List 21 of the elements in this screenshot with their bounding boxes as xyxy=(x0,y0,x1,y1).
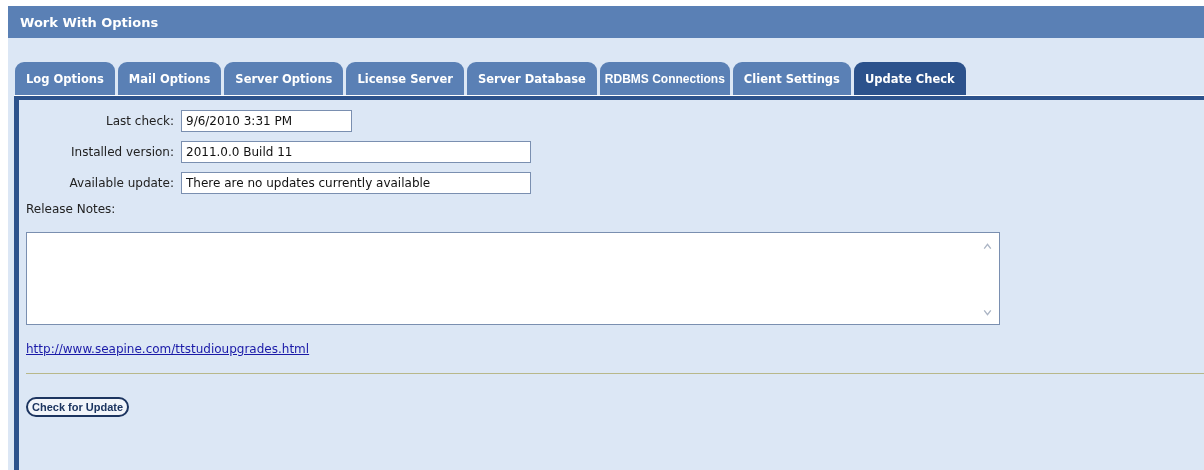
release-notes-field[interactable] xyxy=(26,232,1000,325)
text-field[interactable]: 9/6/2010 3:31 PM xyxy=(181,109,352,132)
tab[interactable]: Server Options xyxy=(224,62,344,95)
tab[interactable]: Update Check xyxy=(853,62,966,95)
upgrades-link[interactable]: http://www.seapine.com/ttstudioupgrades.html xyxy=(26,342,310,356)
window-title: Work With Options xyxy=(20,14,159,30)
check-for-update-button[interactable]: Check for Update xyxy=(26,397,130,417)
field-label: Release Notes: xyxy=(26,202,117,218)
scroll-up-icon[interactable] xyxy=(982,241,993,252)
field-label: Last check: xyxy=(105,113,175,128)
scroll-down-icon[interactable] xyxy=(982,307,993,318)
tab[interactable]: RDBMS Connections xyxy=(599,62,730,95)
tab[interactable]: License Server xyxy=(346,62,464,95)
text-field[interactable]: 2011.0.0 Build 11 xyxy=(181,140,531,163)
tab[interactable]: Log Options xyxy=(15,62,115,95)
field-label: Available update: xyxy=(68,175,175,190)
field-label: Installed version: xyxy=(70,144,175,159)
tab[interactable]: Client Settings xyxy=(732,62,851,95)
tab[interactable]: Server Database xyxy=(466,62,597,95)
tab[interactable]: Mail Options xyxy=(117,62,222,95)
text-field[interactable]: There are no updates currently available xyxy=(181,171,531,194)
